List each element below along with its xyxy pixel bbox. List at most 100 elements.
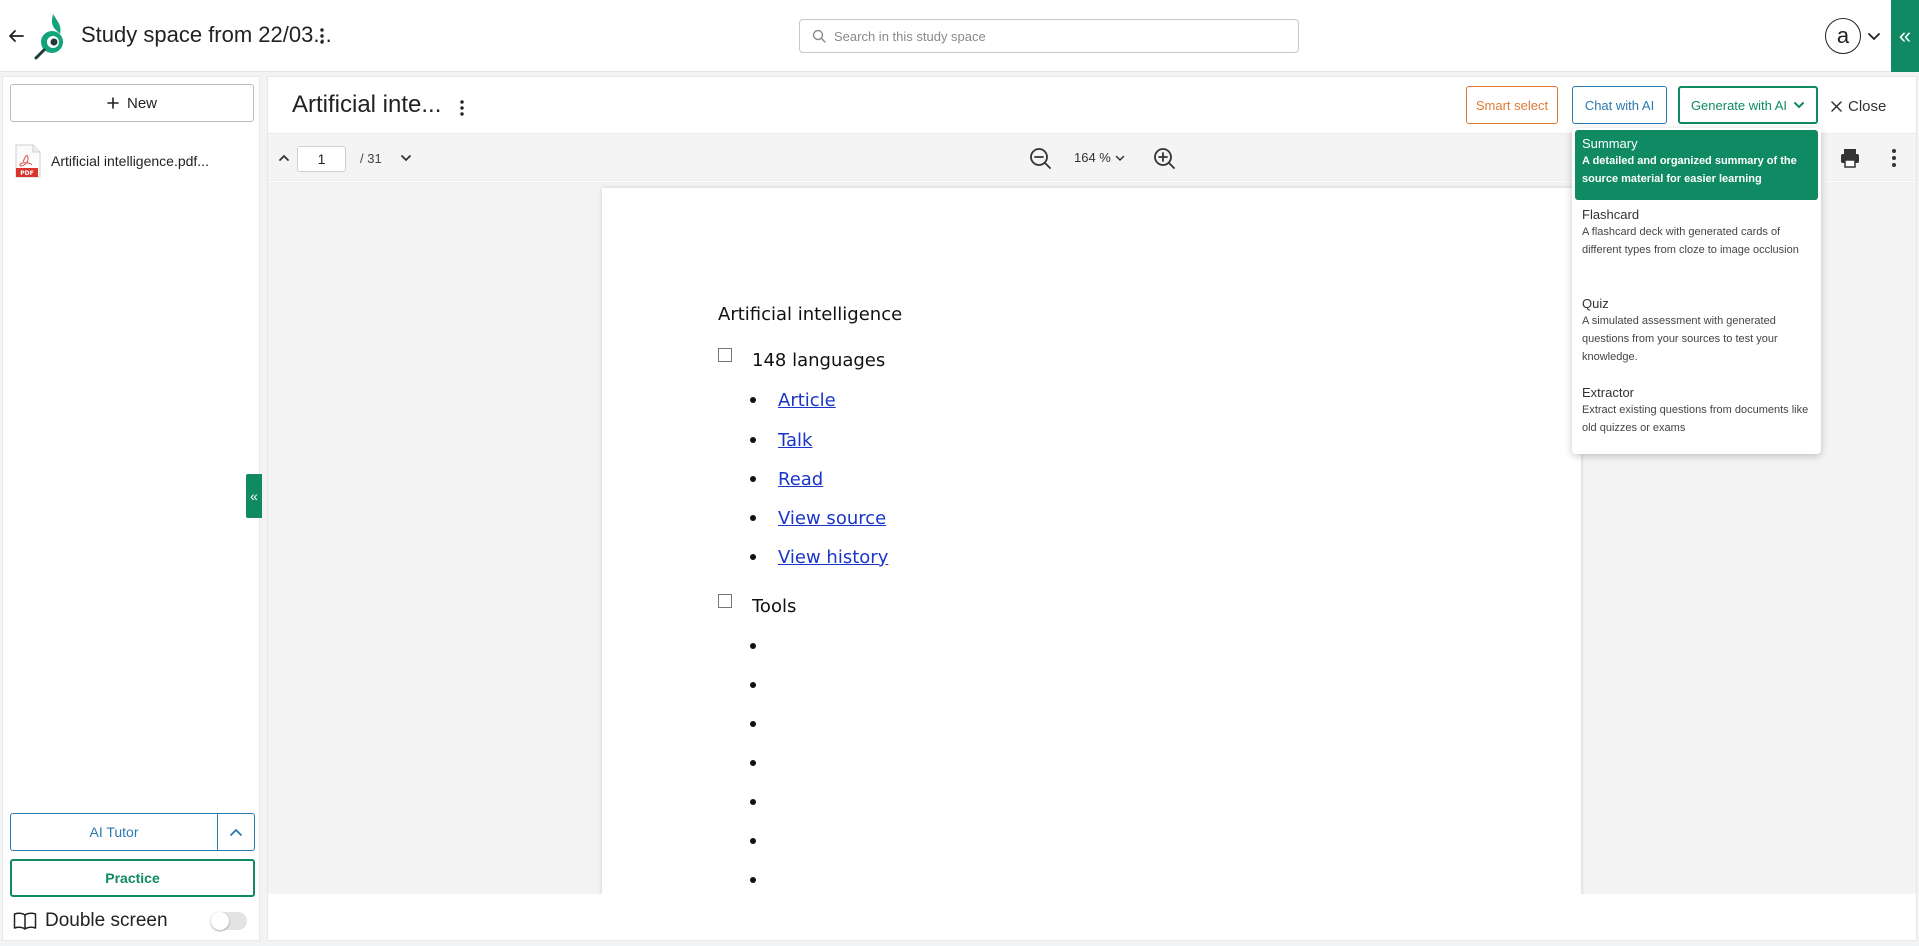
pdf-page: Artificial intelligence 148 languages Ar…	[602, 188, 1581, 894]
left-sidebar: New PDF Artificial intelligence.pdf... «…	[2, 76, 262, 941]
menu-item-title: Flashcard	[1582, 207, 1640, 222]
smart-select-button[interactable]: Smart select	[1466, 86, 1558, 124]
space-menu-icon[interactable]	[312, 22, 332, 50]
list-item: View source	[750, 506, 886, 530]
close-label: Close	[1848, 97, 1887, 115]
zoom-out-icon[interactable]	[1028, 146, 1052, 170]
menu-item-summary[interactable]: Summary A detailed and organized summary…	[1575, 130, 1818, 200]
bullet-dot	[750, 476, 756, 482]
bullet-dot	[750, 838, 756, 844]
languages-row: 148 languages	[718, 348, 885, 372]
next-page-chevron-down-icon[interactable]	[396, 148, 416, 168]
chevron-down-icon	[1793, 99, 1805, 111]
avatar[interactable]: a	[1825, 18, 1861, 54]
bullet-dot	[750, 643, 756, 649]
new-button-label: New	[126, 94, 157, 112]
generate-label: Generate with AI	[1690, 97, 1788, 113]
list-item: Article	[750, 388, 836, 412]
link-talk[interactable]: Talk	[778, 430, 812, 451]
bullet-dot	[750, 799, 756, 805]
bullet-dot	[750, 760, 756, 766]
chevron-up-icon	[228, 824, 244, 840]
menu-item-description: A flashcard deck with generated cards of…	[1582, 226, 1799, 256]
tools-label: Tools	[752, 595, 797, 617]
chevron-down-icon[interactable]	[1866, 28, 1882, 44]
tools-row: Tools	[718, 594, 796, 618]
list-item	[750, 712, 756, 736]
page-number-input[interactable]	[297, 146, 346, 172]
double-screen-toggle[interactable]	[211, 912, 247, 930]
checkbox[interactable]	[718, 594, 732, 608]
bullet-dot	[750, 515, 756, 521]
collapse-right-panel-button[interactable]: «	[1891, 0, 1919, 72]
list-item	[750, 790, 756, 814]
menu-item-quiz[interactable]: Quiz A simulated assessment with generat…	[1575, 290, 1818, 378]
new-button[interactable]: New	[10, 84, 254, 122]
zoom-level-select[interactable]: 164 %	[1074, 150, 1125, 165]
generate-with-ai-button[interactable]: Generate with AI	[1678, 86, 1818, 124]
link-view-source[interactable]: View source	[778, 508, 886, 529]
zoom-in-icon[interactable]	[1152, 146, 1176, 170]
menu-item-description: Extract existing questions from document…	[1582, 404, 1809, 434]
menu-item-description: A simulated assessment with generated qu…	[1582, 315, 1778, 363]
page-total: / 31	[360, 151, 382, 166]
double-screen-row: Double screen	[13, 906, 253, 936]
search-input[interactable]	[834, 28, 1274, 44]
plus-icon	[107, 97, 119, 109]
practice-button[interactable]: Practice	[10, 859, 255, 897]
close-document-button[interactable]: Close	[1831, 93, 1886, 119]
book-icon	[13, 911, 37, 931]
document-menu-icon[interactable]	[452, 95, 472, 121]
bullet-dot	[750, 437, 756, 443]
file-name: Artificial intelligence.pdf...	[51, 153, 209, 169]
bullet-dot	[750, 877, 756, 883]
chat-with-ai-button[interactable]: Chat with AI	[1572, 86, 1667, 124]
toggle-knob	[211, 912, 229, 930]
ai-tutor-group: AI Tutor	[10, 813, 255, 851]
previous-page-chevron-up-icon[interactable]	[274, 148, 294, 168]
app-logo-icon	[32, 12, 70, 60]
languages-label: 148 languages	[752, 349, 886, 371]
list-item: Read	[750, 467, 823, 491]
menu-item-description: A detailed and organized summary of the …	[1582, 155, 1797, 185]
search-icon	[812, 29, 826, 43]
pdf-icon: PDF	[13, 144, 43, 178]
collapse-left-sidebar-button[interactable]: «	[246, 474, 262, 518]
double-screen-label: Double screen	[45, 910, 168, 931]
list-item: Talk	[750, 428, 812, 452]
chevron-down-icon	[1115, 153, 1125, 163]
list-item	[750, 751, 756, 775]
menu-item-flashcard[interactable]: Flashcard A flashcard deck with generate…	[1575, 201, 1818, 289]
ai-tutor-button[interactable]: AI Tutor	[10, 813, 218, 851]
back-arrow-icon[interactable]	[4, 24, 28, 48]
list-item	[750, 673, 756, 697]
menu-item-title: Extractor	[1582, 385, 1635, 400]
svg-text:PDF: PDF	[20, 170, 33, 177]
sidebar-file-item[interactable]: PDF Artificial intelligence.pdf...	[13, 143, 251, 179]
bullet-dot	[750, 397, 756, 403]
list-item	[750, 868, 756, 892]
checkbox[interactable]	[718, 348, 732, 362]
study-space-title: Study space from 22/03...	[81, 22, 332, 47]
more-options-icon[interactable]	[1882, 146, 1906, 170]
list-item: View history	[750, 545, 888, 569]
app-header: Study space from 22/03... a «	[0, 0, 1919, 72]
ai-tutor-expand-button[interactable]	[218, 813, 255, 851]
bullet-dot	[750, 721, 756, 727]
document-title: Artificial inte...	[292, 91, 442, 118]
zoom-level: 164 %	[1074, 150, 1111, 165]
menu-item-extractor[interactable]: Extractor Extract existing questions fro…	[1575, 379, 1818, 449]
search-bar	[799, 19, 1299, 53]
document-heading: Artificial intelligence	[718, 304, 903, 325]
menu-item-title: Quiz	[1582, 296, 1609, 311]
link-article[interactable]: Article	[778, 390, 836, 411]
list-item	[750, 634, 756, 658]
link-view-history[interactable]: View history	[778, 547, 888, 568]
bullet-dot	[750, 682, 756, 688]
bullet-dot	[750, 554, 756, 560]
close-icon	[1831, 100, 1842, 112]
link-read[interactable]: Read	[778, 469, 823, 490]
generate-menu: Summary A detailed and organized summary…	[1572, 128, 1821, 454]
print-icon[interactable]	[1838, 146, 1862, 170]
list-item	[750, 829, 756, 853]
